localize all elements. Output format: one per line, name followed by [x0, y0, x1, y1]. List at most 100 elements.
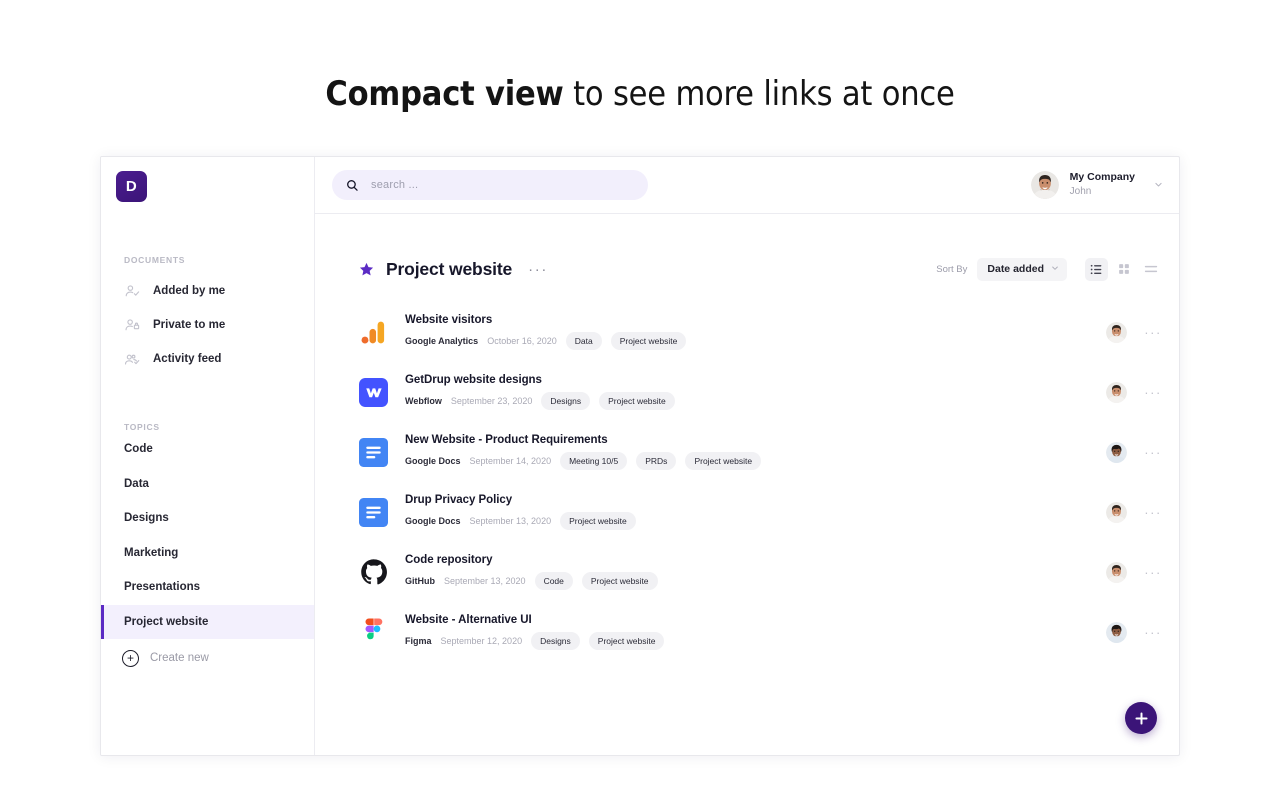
document-info: Code repository GitHub September 13, 202… — [405, 554, 1106, 590]
user-company-name: My Company — [1069, 171, 1135, 184]
compact-view-button[interactable] — [1139, 258, 1162, 281]
document-date: September 23, 2020 — [450, 396, 533, 406]
person-lock-icon — [124, 317, 141, 334]
row-actions: ··· — [1106, 381, 1162, 403]
document-tag[interactable]: Designs — [531, 632, 580, 650]
document-date: September 13, 2020 — [469, 516, 552, 526]
document-info: Drup Privacy Policy Google Docs Septembe… — [405, 494, 1106, 530]
row-more-button[interactable]: ··· — [1144, 446, 1162, 459]
create-new-button[interactable]: + Create new — [101, 641, 314, 675]
row-actions: ··· — [1106, 621, 1162, 643]
sort-by-select[interactable]: Date added — [977, 257, 1067, 281]
add-button[interactable] — [1125, 702, 1157, 734]
table-row[interactable]: Website visitors Google Analytics Octobe… — [359, 302, 1162, 362]
app-logo[interactable]: D — [116, 171, 147, 202]
document-tag[interactable]: Project website — [610, 332, 687, 350]
row-more-button[interactable]: ··· — [1144, 386, 1162, 399]
github-icon — [359, 558, 388, 587]
sidebar-item-presentations[interactable]: Presentations — [101, 570, 314, 605]
document-source: Google Analytics — [405, 336, 479, 346]
collection-title: Project website — [386, 258, 513, 279]
document-tag[interactable]: Meeting 10/5 — [560, 452, 628, 470]
document-source: Google Docs — [405, 456, 461, 466]
user-menu[interactable]: My Company John — [1030, 171, 1165, 199]
document-tag[interactable]: Project website — [599, 392, 675, 410]
document-info: Website visitors Google Analytics Octobe… — [405, 314, 1106, 350]
document-title: Code repository — [405, 554, 493, 566]
row-actions: ··· — [1106, 501, 1162, 523]
document-date: October 16, 2020 — [487, 336, 557, 346]
row-actions: ··· — [1106, 561, 1162, 583]
row-more-button[interactable]: ··· — [1144, 506, 1162, 519]
plus-circle-icon: + — [122, 649, 139, 667]
user-display-name: John — [1069, 186, 1092, 198]
row-actions: ··· — [1106, 441, 1162, 463]
document-source: Webflow — [405, 396, 442, 406]
sidebar-item-marketing[interactable]: Marketing — [101, 536, 314, 571]
document-date: September 12, 2020 — [440, 636, 523, 646]
sidebar-item-private-to-me[interactable]: Private to me — [101, 308, 314, 342]
avatar — [1030, 171, 1059, 199]
document-title: Drup Privacy Policy — [405, 494, 513, 506]
page-title-bold: Compact view — [325, 74, 564, 114]
document-tag[interactable]: Data — [565, 332, 602, 350]
document-list: Website visitors Google Analytics Octobe… — [359, 302, 1162, 662]
table-row[interactable]: New Website - Product Requirements Googl… — [359, 422, 1162, 482]
sidebar-item-added-by-me[interactable]: Added by me — [101, 274, 314, 308]
sidebar-item-label: Data — [124, 477, 149, 490]
document-info: Website - Alternative UI Figma September… — [405, 614, 1106, 650]
table-row[interactable]: Drup Privacy Policy Google Docs Septembe… — [359, 482, 1162, 542]
row-more-button[interactable]: ··· — [1144, 326, 1162, 339]
document-date: September 13, 2020 — [444, 576, 526, 586]
search-input[interactable]: search ... — [332, 170, 648, 200]
table-row[interactable]: GetDrup website designs Webflow Septembe… — [359, 362, 1162, 422]
document-source: Google Docs — [405, 516, 461, 526]
document-meta: Google Docs September 14, 2020 Meeting 1… — [405, 452, 1106, 470]
sidebar-item-designs[interactable]: Designs — [101, 501, 314, 536]
row-more-button[interactable]: ··· — [1144, 566, 1162, 579]
sidebar-item-label: Marketing — [124, 546, 179, 559]
document-title: New Website - Product Requirements — [405, 434, 608, 446]
document-tag[interactable]: Project website — [560, 512, 636, 530]
document-source: Figma — [405, 636, 432, 646]
document-info: New Website - Product Requirements Googl… — [405, 434, 1106, 470]
document-tag[interactable]: PRDs — [636, 452, 677, 470]
avatar — [1106, 561, 1128, 583]
chevron-down-icon — [1051, 264, 1059, 274]
table-row[interactable]: Website - Alternative UI Figma September… — [359, 602, 1162, 662]
sidebar-item-code[interactable]: Code — [101, 432, 314, 467]
user-meta: My Company John — [1070, 171, 1135, 199]
avatar — [1106, 621, 1128, 643]
sidebar-item-label: Private to me — [153, 319, 226, 331]
sidebar-item-activity-feed[interactable]: Activity feed — [101, 342, 314, 376]
list-view-button[interactable] — [1085, 257, 1108, 281]
document-tag[interactable]: Project website — [581, 572, 658, 590]
avatar — [1106, 381, 1128, 403]
row-actions: ··· — [1106, 321, 1162, 343]
document-tag[interactable]: Code — [534, 572, 573, 590]
google-docs-icon — [359, 497, 388, 527]
sidebar-item-project-website[interactable]: Project website — [101, 604, 314, 639]
collection-more-button[interactable]: ··· — [528, 262, 548, 277]
content-header: Project website ··· Sort By Date added — [359, 214, 1162, 302]
star-icon[interactable] — [359, 262, 374, 277]
document-meta: Google Docs September 13, 2020 Project w… — [405, 512, 1106, 530]
sidebar-item-data[interactable]: Data — [101, 467, 314, 502]
document-tag[interactable]: Designs — [541, 392, 591, 410]
search-icon — [346, 179, 359, 192]
document-tag[interactable]: Project website — [685, 452, 762, 470]
google-analytics-icon — [359, 318, 388, 347]
document-date: September 14, 2020 — [469, 456, 552, 466]
document-meta: Webflow September 23, 2020 Designs Proje… — [405, 392, 1106, 410]
create-new-label: Create new — [150, 652, 209, 664]
grid-view-button[interactable] — [1112, 258, 1135, 281]
row-more-button[interactable]: ··· — [1144, 626, 1162, 639]
table-row[interactable]: Code repository GitHub September 13, 202… — [359, 542, 1162, 602]
search-placeholder: search ... — [371, 179, 419, 191]
sidebar-item-label: Added by me — [153, 285, 226, 297]
sidebar-documents-list: Added by me Private to me Activity feed — [101, 274, 314, 376]
chevron-down-icon — [1154, 176, 1163, 194]
webflow-icon — [359, 377, 388, 407]
avatar — [1106, 441, 1128, 463]
document-tag[interactable]: Project website — [588, 632, 665, 650]
